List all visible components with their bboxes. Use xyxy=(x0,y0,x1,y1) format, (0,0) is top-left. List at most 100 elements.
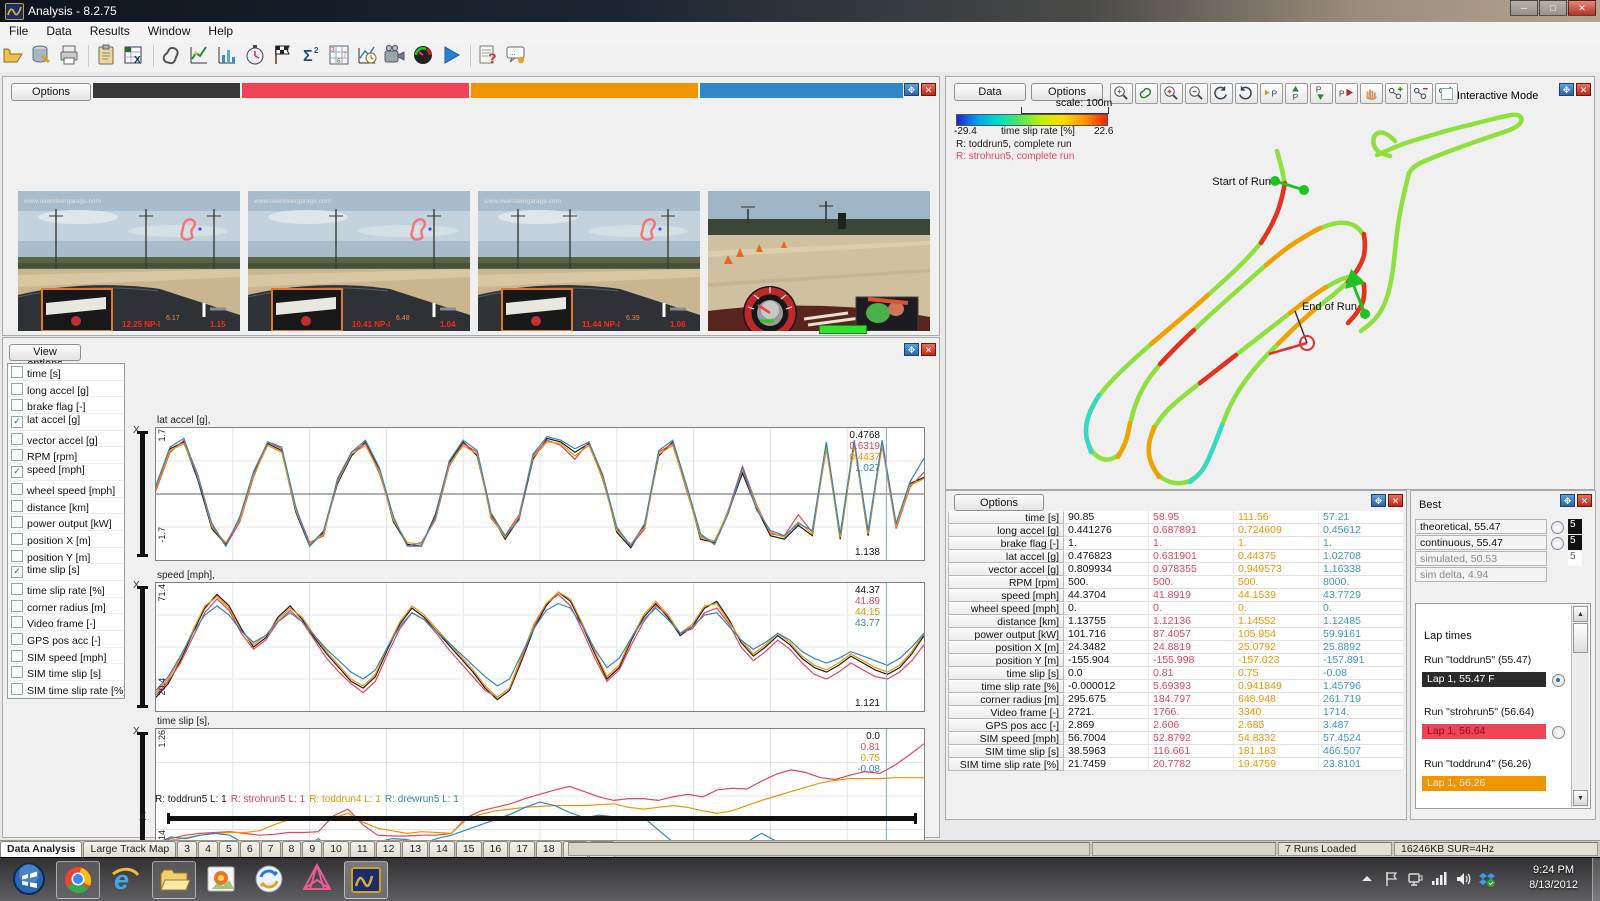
checkbox[interactable] xyxy=(11,433,23,445)
export-database-icon[interactable] xyxy=(29,43,55,69)
checkbox[interactable] xyxy=(11,500,23,512)
view-option-item[interactable]: ✓time slip [s] xyxy=(8,564,124,581)
view-option-item[interactable]: distance [km] xyxy=(8,498,124,515)
view-option-item[interactable]: Video frame [-] xyxy=(8,614,124,631)
tab-11[interactable]: 11 xyxy=(350,841,375,857)
row-label[interactable]: position Y [m] xyxy=(948,654,1064,667)
video-camera-icon[interactable] xyxy=(383,43,409,69)
view-option-item[interactable]: ✓speed [mph] xyxy=(8,464,124,481)
panel-move-icon[interactable]: ✥ xyxy=(1559,83,1574,96)
checkbox[interactable]: ✓ xyxy=(11,566,23,578)
view-option-item[interactable]: position X [m] xyxy=(8,531,124,548)
volume-icon[interactable] xyxy=(1454,870,1472,888)
view-option-item[interactable]: GPS pos acc [-] xyxy=(8,631,124,648)
best-radio[interactable] xyxy=(1551,521,1564,534)
lap-times-scrollbar[interactable]: ▲ ▼ xyxy=(1571,605,1589,807)
view-option-item[interactable]: power output [kW] xyxy=(8,514,124,531)
close-button[interactable]: ✕ xyxy=(1568,0,1596,16)
lap-radio[interactable] xyxy=(1552,726,1565,739)
panel-close-icon[interactable]: ✕ xyxy=(1576,83,1591,96)
view-option-item[interactable]: SIM time slip [s] xyxy=(8,664,124,681)
row-label[interactable]: time slip [s] xyxy=(948,667,1064,680)
run4-color-bar[interactable] xyxy=(700,83,903,98)
tab-14[interactable]: 14 xyxy=(429,841,455,857)
panel-move-icon[interactable]: ✥ xyxy=(904,83,919,96)
view-option-item[interactable]: brake flag [-] xyxy=(8,397,124,414)
row-label[interactable]: long accel [g] xyxy=(948,524,1064,537)
sync-icon[interactable] xyxy=(248,861,290,897)
row-label[interactable]: corner radius [m] xyxy=(948,693,1064,706)
run2-color-bar[interactable] xyxy=(242,83,469,98)
scroll-up-icon[interactable]: ▲ xyxy=(1573,606,1588,622)
row-label[interactable]: SIM time slip [s] xyxy=(948,745,1064,758)
row-label[interactable]: power output [kW] xyxy=(948,628,1064,641)
menu-window[interactable]: Window xyxy=(139,22,200,40)
grid-report-icon[interactable]: 376 xyxy=(327,43,353,69)
interactive-mode-checkbox[interactable]: Interactive Mode xyxy=(1438,86,1538,102)
tab-18[interactable]: 18 xyxy=(536,841,562,857)
row-label[interactable]: wheel speed [mph] xyxy=(948,602,1064,615)
chart-clock-icon[interactable] xyxy=(355,43,381,69)
view-option-item[interactable]: long accel [g] xyxy=(8,381,124,398)
run3-color-bar[interactable] xyxy=(471,83,698,98)
checkbox[interactable]: ✓ xyxy=(11,416,23,428)
flag-icon[interactable] xyxy=(1382,870,1400,888)
tray-expand-icon[interactable] xyxy=(1358,870,1376,888)
video-thumbnail-1[interactable]: www.oversteergarage.com12.25 NP-I6.171.1… xyxy=(18,191,240,331)
tab-17[interactable]: 17 xyxy=(509,841,535,857)
view-option-item[interactable]: time [s] xyxy=(8,364,124,381)
tab-7[interactable]: 7 xyxy=(261,841,281,857)
gauge-icon[interactable] xyxy=(411,43,437,69)
lap-radio[interactable] xyxy=(1552,674,1565,687)
track-map[interactable]: Start of RunEnd of Run xyxy=(947,101,1593,489)
clock[interactable]: 9:24 PM 8/13/2012 xyxy=(1529,863,1578,893)
x-axis-scrollbar[interactable]: X xyxy=(139,810,929,828)
bar-chart-icon[interactable] xyxy=(215,43,241,69)
show-desktop-button[interactable] xyxy=(1592,858,1600,901)
scatter-chart-icon[interactable] xyxy=(187,43,213,69)
row-label[interactable]: RPM [rpm] xyxy=(948,576,1064,589)
panel-close-icon[interactable]: ✕ xyxy=(921,343,936,356)
internet-explorer-icon[interactable]: e xyxy=(104,861,146,897)
row-label[interactable]: lat accel [g] xyxy=(948,550,1064,563)
stopwatch-icon[interactable] xyxy=(243,43,269,69)
panel-move-icon[interactable]: ✥ xyxy=(904,343,919,356)
network-plug-icon[interactable] xyxy=(1406,870,1424,888)
interactive-mode-box[interactable] xyxy=(1441,88,1453,100)
analysis-app-icon[interactable] xyxy=(344,861,388,899)
tab-5[interactable]: 5 xyxy=(219,841,239,857)
finish-flag-icon[interactable] xyxy=(271,43,297,69)
panel-close-icon[interactable]: ✕ xyxy=(921,83,936,96)
tab-6[interactable]: 6 xyxy=(240,841,260,857)
tab-12[interactable]: 12 xyxy=(376,841,402,857)
menu-help[interactable]: Help xyxy=(199,22,242,40)
open-file-icon[interactable] xyxy=(1,43,27,69)
panel-move-icon[interactable]: ✥ xyxy=(1371,494,1386,507)
run1-color-bar[interactable] xyxy=(93,83,240,98)
video-thumbnail-4[interactable] xyxy=(708,191,930,331)
menu-data[interactable]: Data xyxy=(37,22,80,40)
video-options-button[interactable]: Options xyxy=(11,83,91,101)
checkbox[interactable] xyxy=(11,383,23,395)
tab-16[interactable]: 16 xyxy=(483,841,509,857)
checkbox[interactable] xyxy=(11,616,23,628)
track-edit-icon[interactable] xyxy=(159,43,185,69)
dropbox-icon[interactable] xyxy=(1478,870,1496,888)
view-option-item[interactable]: ✓lat accel [g] xyxy=(8,414,124,431)
panel-close-icon[interactable]: ✕ xyxy=(1577,494,1592,507)
feedback-chat-icon[interactable]: ... xyxy=(504,43,530,69)
scroll-thumb[interactable] xyxy=(1573,623,1588,653)
table-options-button[interactable]: Options xyxy=(954,494,1044,511)
row-label[interactable]: vector accel [g] xyxy=(948,563,1064,576)
panel-close-icon[interactable]: ✕ xyxy=(1388,494,1403,507)
row-label[interactable]: time slip rate [%] xyxy=(948,680,1064,693)
row-label[interactable]: brake flag [-] xyxy=(948,537,1064,550)
view-option-item[interactable]: SIM time slip rate [%] xyxy=(8,681,124,698)
tab-15[interactable]: 15 xyxy=(456,841,482,857)
tab-10[interactable]: 10 xyxy=(323,841,349,857)
video-thumbnail-2[interactable]: www.oversteergarage.com10.41 NP-I6.481.0… xyxy=(248,191,470,331)
mesh-app-icon[interactable] xyxy=(296,861,338,897)
help-doc-icon[interactable]: ? xyxy=(476,43,502,69)
tab-8[interactable]: 8 xyxy=(282,841,302,857)
checkbox[interactable] xyxy=(11,483,23,495)
